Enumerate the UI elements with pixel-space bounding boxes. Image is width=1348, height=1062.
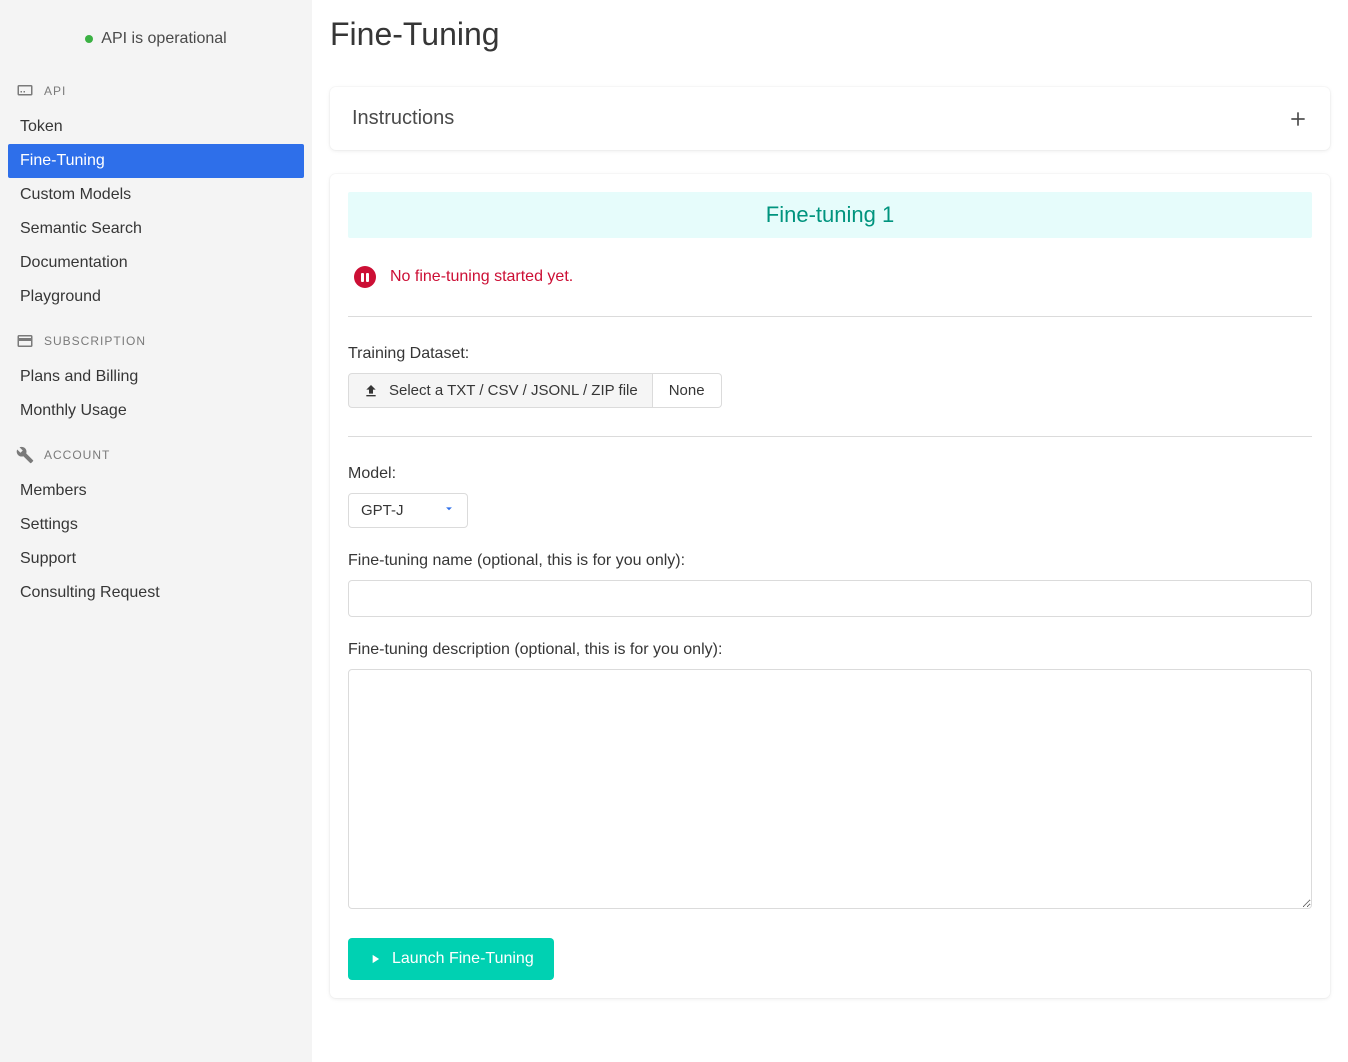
sidebar-item-custom-models[interactable]: Custom Models bbox=[8, 178, 304, 212]
upload-icon bbox=[363, 383, 379, 399]
ft-description-textarea[interactable] bbox=[348, 669, 1312, 909]
fine-tuning-status-message: No fine-tuning started yet. bbox=[390, 268, 573, 286]
ft-name-input[interactable] bbox=[348, 580, 1312, 617]
sidebar-item-monthly-usage[interactable]: Monthly Usage bbox=[8, 394, 304, 428]
tools-icon bbox=[16, 446, 34, 464]
nav-list-api: Token Fine-Tuning Custom Models Semantic… bbox=[0, 106, 312, 322]
ft-name-label: Fine-tuning name (optional, this is for … bbox=[348, 552, 1312, 570]
section-header-subscription: Subscription bbox=[0, 326, 312, 356]
nav-list-account: Members Settings Support Consulting Requ… bbox=[0, 470, 312, 618]
api-icon bbox=[16, 82, 34, 100]
instructions-title: Instructions bbox=[352, 107, 454, 130]
nav-list-subscription: Plans and Billing Monthly Usage bbox=[0, 356, 312, 436]
file-select-button[interactable]: Select a TXT / CSV / JSONL / ZIP file bbox=[348, 373, 653, 408]
sidebar-item-documentation[interactable]: Documentation bbox=[8, 246, 304, 280]
sidebar-item-fine-tuning[interactable]: Fine-Tuning bbox=[8, 144, 304, 178]
file-selected-name: None bbox=[653, 373, 722, 408]
training-dataset-label: Training Dataset: bbox=[348, 345, 1312, 363]
plus-icon bbox=[1288, 109, 1308, 129]
ft-description-label: Fine-tuning description (optional, this … bbox=[348, 641, 1312, 659]
page-title: Fine-Tuning bbox=[330, 16, 1330, 53]
api-status: API is operational bbox=[0, 30, 312, 48]
section-header-account-label: Account bbox=[44, 448, 110, 462]
launch-fine-tuning-button[interactable]: Launch Fine-Tuning bbox=[348, 938, 554, 980]
instructions-card[interactable]: Instructions bbox=[330, 87, 1330, 150]
sidebar-item-settings[interactable]: Settings bbox=[8, 508, 304, 542]
sidebar-item-support[interactable]: Support bbox=[8, 542, 304, 576]
sidebar-item-members[interactable]: Members bbox=[8, 474, 304, 508]
model-select[interactable]: GPT-J bbox=[348, 493, 468, 528]
status-dot-icon bbox=[85, 35, 93, 43]
file-select-button-label: Select a TXT / CSV / JSONL / ZIP file bbox=[389, 382, 638, 399]
section-header-account: Account bbox=[0, 440, 312, 470]
fine-tuning-card: Fine-tuning 1 No fine-tuning started yet… bbox=[330, 174, 1330, 998]
section-header-subscription-label: Subscription bbox=[44, 334, 146, 348]
fine-tuning-banner: Fine-tuning 1 bbox=[348, 192, 1312, 238]
play-icon bbox=[368, 952, 382, 966]
sidebar-item-semantic-search[interactable]: Semantic Search bbox=[8, 212, 304, 246]
model-label: Model: bbox=[348, 465, 1312, 483]
section-header-api: API bbox=[0, 76, 312, 106]
section-header-api-label: API bbox=[44, 84, 66, 98]
api-status-text: API is operational bbox=[101, 30, 226, 48]
pause-icon bbox=[354, 266, 376, 288]
sidebar-item-plans-billing[interactable]: Plans and Billing bbox=[8, 360, 304, 394]
sidebar-item-consulting-request[interactable]: Consulting Request bbox=[8, 576, 304, 610]
sidebar-item-playground[interactable]: Playground bbox=[8, 280, 304, 314]
sidebar-item-token[interactable]: Token bbox=[8, 110, 304, 144]
file-upload-row: Select a TXT / CSV / JSONL / ZIP file No… bbox=[348, 373, 1312, 408]
credit-card-icon bbox=[16, 332, 34, 350]
fine-tuning-status: No fine-tuning started yet. bbox=[348, 238, 1312, 316]
launch-button-label: Launch Fine-Tuning bbox=[392, 950, 534, 968]
main-content: Fine-Tuning Instructions Fine-tuning 1 N… bbox=[312, 0, 1348, 1062]
sidebar: API is operational API Token Fine-Tuning… bbox=[0, 0, 312, 1062]
